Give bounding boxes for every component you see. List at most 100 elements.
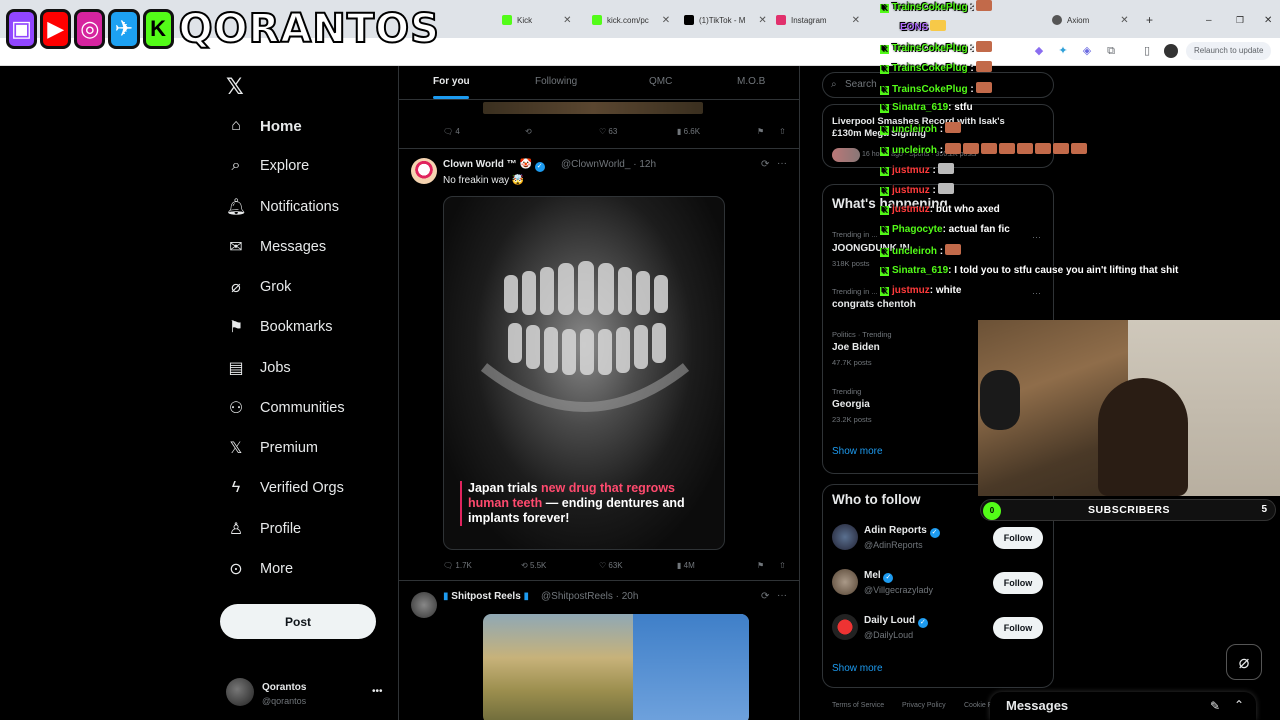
share-icon[interactable]: ⇧: [779, 561, 786, 570]
maximize-icon[interactable]: ❐: [1230, 8, 1250, 32]
show-more-follow-link[interactable]: Show more: [832, 663, 883, 674]
follow-suggestion-name[interactable]: Adin Reports ✓: [864, 525, 940, 538]
account-avatar[interactable]: [226, 678, 254, 706]
emote-icon: [981, 143, 998, 154]
nav-bookmarks[interactable]: ⚑ Bookmarks: [226, 312, 333, 342]
share-icon[interactable]: ⇧: [779, 127, 786, 136]
show-more-trends-link[interactable]: Show more: [832, 446, 883, 457]
clownworld-avatar[interactable]: [411, 158, 437, 184]
messages-drawer[interactable]: Messages ✎ ⌃: [990, 692, 1256, 720]
sidebar-icon[interactable]: ▯: [1140, 44, 1154, 58]
trend-posts: 23.2K posts: [832, 415, 872, 424]
shitpostreels-avatar[interactable]: [411, 592, 437, 618]
tweet-author-handle[interactable]: @ShitpostReels · 20h: [541, 591, 638, 602]
browser-tab-kick-com[interactable]: kick.com/pc ✕: [586, 8, 676, 32]
grok-explain-icon[interactable]: ⟳: [761, 591, 769, 602]
tab-following[interactable]: Following: [535, 76, 577, 87]
post-button[interactable]: Post: [220, 604, 376, 639]
nav-grok[interactable]: ⌀ Grok: [226, 272, 291, 302]
bookmark-icon[interactable]: ⚑: [757, 127, 764, 136]
nav-home[interactable]: ⌂ Home: [226, 111, 302, 141]
reply-button[interactable]: 🗨︎ 4: [443, 127, 460, 136]
profile-avatar-icon[interactable]: [1164, 44, 1178, 58]
like-button[interactable]: ♡ 63: [599, 127, 617, 136]
relaunch-button[interactable]: Relaunch to update: [1186, 42, 1272, 60]
follow-suggestion-handle: @AdinReports: [864, 540, 923, 550]
follow-suggestion-name[interactable]: Mel ✓: [864, 570, 894, 583]
nav-communities[interactable]: ⚇ Communities: [226, 393, 345, 423]
messages-drawer-title: Messages: [1006, 698, 1069, 713]
close-icon[interactable]: ✕: [758, 15, 766, 26]
repost-button[interactable]: ⟲ 5.5K: [521, 561, 546, 570]
follow-suggestion-avatar[interactable]: [832, 524, 858, 550]
trend-more-icon[interactable]: ···: [1032, 232, 1041, 242]
nav-profile[interactable]: ♙ Profile: [226, 514, 301, 544]
follow-suggestion-avatar[interactable]: [832, 569, 858, 595]
account-menu-icon[interactable]: •••: [372, 686, 383, 697]
tweet-author-handle[interactable]: @ClownWorld_ · 12h: [561, 159, 656, 170]
nav-premium[interactable]: 𝕏 Premium: [226, 433, 318, 463]
close-icon[interactable]: ✕: [662, 15, 670, 26]
follow-button[interactable]: Follow: [993, 572, 1043, 594]
tweet-image-dental-xray[interactable]: Japan trials new drug that regrows human…: [443, 196, 725, 550]
extension-icon[interactable]: ◈: [1080, 44, 1094, 58]
tweet-more-icon[interactable]: ···: [777, 158, 787, 169]
tab-qmc[interactable]: QMC: [649, 76, 672, 87]
minimize-icon[interactable]: –: [1200, 8, 1218, 32]
extension-icon[interactable]: ◆: [1032, 44, 1046, 58]
footer-privacy-link[interactable]: Privacy Policy: [902, 702, 946, 709]
follow-suggestion-name[interactable]: Daily Loud ✓: [864, 615, 928, 628]
tweet-more-icon[interactable]: ···: [777, 590, 787, 601]
browser-tab-tiktok[interactable]: (1)TikTok - M ✕: [678, 8, 773, 32]
tweet-author-name[interactable]: ▮ Shitpost Reels ▮: [443, 591, 529, 602]
close-icon[interactable]: ✕: [1120, 15, 1128, 26]
tweet-video-thumbnail[interactable]: [483, 614, 749, 720]
window-close-icon[interactable]: ✕: [1258, 8, 1278, 32]
browser-tab-kick[interactable]: Kick ✕: [496, 8, 578, 32]
browser-tab-instagram[interactable]: Instagram ✕: [770, 8, 866, 32]
grok-fab-button[interactable]: ⌀: [1226, 644, 1262, 680]
reply-button[interactable]: 🗨︎ 1.7K: [443, 561, 472, 570]
tweet-actions: 🗨︎ 1.7K ⟲ 5.5K ♡ 63K ▮ 4M ⚑ ⇧: [443, 560, 789, 574]
axiom-favicon-icon: [1052, 15, 1062, 25]
follow-suggestion-avatar[interactable]: [832, 614, 858, 640]
wall-panel: [633, 614, 749, 720]
close-icon[interactable]: ✕: [852, 15, 860, 26]
trend-more-icon[interactable]: ···: [1032, 288, 1041, 298]
new-tab-button[interactable]: +: [1140, 8, 1159, 32]
nav-notifications[interactable]: 🔔︎ Notifications: [226, 192, 339, 222]
nav-verified-orgs[interactable]: ϟ Verified Orgs: [226, 473, 344, 503]
views-button[interactable]: ▮ 4M: [677, 561, 695, 570]
tweet-author-name[interactable]: Clown World ™ 🤡 ✓: [443, 159, 545, 172]
views-button[interactable]: ▮ 6.6K: [677, 127, 700, 136]
tweet-divider: [399, 148, 799, 149]
tab-for-you[interactable]: For you: [433, 76, 470, 87]
new-message-icon[interactable]: ✎: [1210, 699, 1220, 713]
chat-message: Kjustmuz :: [880, 183, 954, 196]
trend-item[interactable]: congrats chentoh: [832, 299, 916, 310]
repost-button[interactable]: ⟲: [525, 127, 532, 136]
follow-button[interactable]: Follow: [993, 527, 1043, 549]
nav-jobs[interactable]: ▤ Jobs: [226, 353, 290, 383]
x-logo-icon[interactable]: 𝕏: [226, 74, 244, 100]
grok-explain-icon[interactable]: ⟳: [761, 159, 769, 170]
home-timeline[interactable]: For you Following QMC M.O.B 🗨︎ 4 ⟲ ♡ 63 …: [398, 66, 800, 720]
tab-mob[interactable]: M.O.B: [737, 76, 765, 87]
like-button[interactable]: ♡ 63K: [599, 561, 623, 570]
nav-explore[interactable]: ⌕ Explore: [226, 151, 310, 181]
previous-tweet-media[interactable]: [483, 102, 703, 114]
browser-tab-axiom[interactable]: Axiom ✕: [1046, 8, 1135, 32]
extensions-puzzle-icon[interactable]: ⧉: [1104, 44, 1118, 58]
emote-icon: [945, 122, 962, 133]
nav-messages[interactable]: ✉ Messages: [226, 232, 326, 262]
nav-more[interactable]: ⊙ More: [226, 554, 293, 584]
footer-terms-link[interactable]: Terms of Service: [832, 702, 884, 709]
account-name[interactable]: Qorantos: [262, 682, 306, 693]
follow-button[interactable]: Follow: [993, 617, 1043, 639]
trend-item[interactable]: Georgia: [832, 399, 870, 410]
close-icon[interactable]: ✕: [563, 15, 571, 26]
trend-item[interactable]: Joe Biden: [832, 342, 880, 353]
extension-icon[interactable]: ✦: [1056, 44, 1070, 58]
bookmark-icon[interactable]: ⚑: [757, 561, 764, 570]
expand-drawer-icon[interactable]: ⌃: [1234, 698, 1244, 712]
